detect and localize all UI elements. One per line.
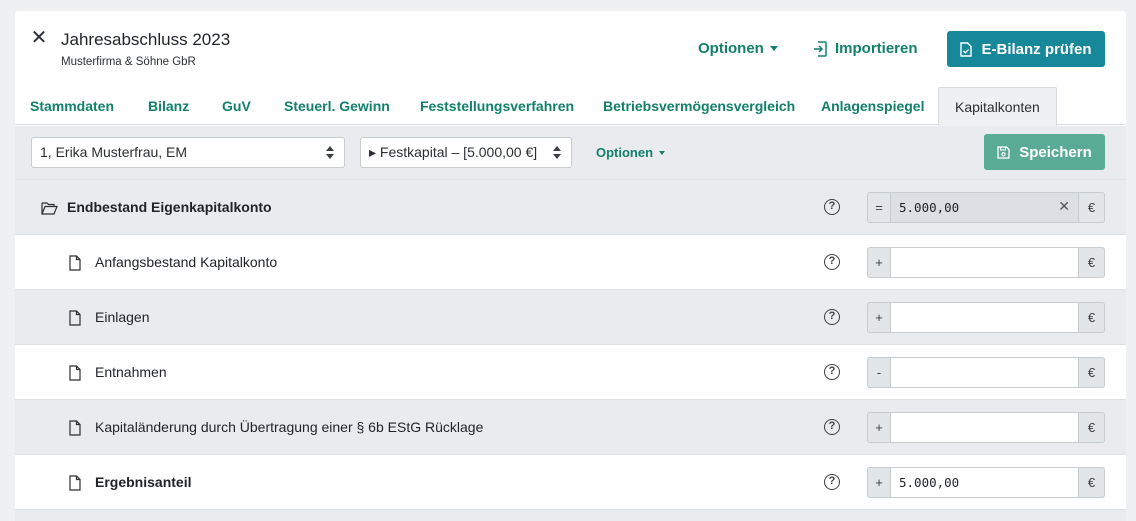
row-label: Ergebnisanteil <box>95 474 192 490</box>
import-button[interactable]: Importieren <box>813 40 918 57</box>
amount-input[interactable] <box>890 302 1079 333</box>
tab-feststellungsverfahren[interactable]: Feststellungsverfahren <box>420 87 574 125</box>
capital-account-rows: Endbestand Eigenkapitalkonto ? = 5.000,0… <box>15 179 1126 521</box>
currency-addon: € <box>1078 467 1105 498</box>
amount-input-group: + € <box>867 302 1105 333</box>
amount-input-group: = 5.000,00 ✕ € <box>867 192 1105 223</box>
tab-kapitalkonten[interactable]: Kapitalkonten <box>938 87 1057 126</box>
save-label: Speichern <box>1019 143 1092 161</box>
header-options-button[interactable]: Optionen <box>698 40 778 57</box>
select-arrows-icon <box>326 146 334 159</box>
clear-icon[interactable]: ✕ <box>1058 193 1070 222</box>
filter-toolbar: 1, Erika Musterfrau, EM ▸ Festkapital – … <box>15 126 1126 179</box>
folder-open-icon <box>41 202 58 215</box>
help-icon[interactable]: ? <box>824 419 840 435</box>
document-check-icon <box>960 41 973 57</box>
row-label: Anfangsbestand Kapitalkonto <box>95 254 278 270</box>
help-icon[interactable]: ? <box>824 364 840 380</box>
amount-field-readonly: 5.000,00 ✕ <box>890 192 1079 223</box>
operator-addon: + <box>867 412 891 443</box>
help-icon[interactable]: ? <box>824 199 840 215</box>
document-icon <box>69 255 81 271</box>
header-options-label: Optionen <box>698 40 764 57</box>
import-label: Importieren <box>835 40 918 57</box>
capital-account-select[interactable]: ▸ Festkapital – [5.000,00 €] <box>360 137 572 168</box>
page-header: ✕ Jahresabschluss 2023 Musterfirma & Söh… <box>15 11 1126 87</box>
floppy-disk-icon <box>997 145 1010 159</box>
table-row: Ergebnisanteil ? + 5.000,00 € <box>15 454 1126 509</box>
amount-input-group: + € <box>867 247 1105 278</box>
table-row: Anfangsbestand Kapitalkonto ? + € <box>15 234 1126 289</box>
main-card: ✕ Jahresabschluss 2023 Musterfirma & Söh… <box>15 11 1126 521</box>
document-icon <box>69 420 81 436</box>
save-button[interactable]: Speichern <box>984 134 1105 170</box>
operator-addon: = <box>867 192 891 223</box>
table-row: Entnahmen ? - € <box>15 344 1126 399</box>
import-icon <box>814 40 827 57</box>
caret-down-icon <box>769 46 778 51</box>
currency-addon: € <box>1078 247 1105 278</box>
amount-input-group: - € <box>867 357 1105 388</box>
amount-input[interactable] <box>890 357 1079 388</box>
currency-addon: € <box>1078 302 1105 333</box>
tab-stammdaten[interactable]: Stammdaten <box>30 87 114 125</box>
table-row: Einlagen ? + € <box>15 289 1126 344</box>
row-label: Einlagen <box>95 309 150 325</box>
table-row: Kapitaländerung durch Übertragung einer … <box>15 399 1126 454</box>
currency-addon: € <box>1078 412 1105 443</box>
tab-betriebsvermoegensvergleich[interactable]: Betriebsvermögensvergleich <box>603 87 795 125</box>
operator-addon: + <box>867 467 891 498</box>
tab-anlagenspiegel[interactable]: Anlagenspiegel <box>821 87 924 125</box>
table-row-partial <box>15 509 1126 521</box>
ebilanz-check-button[interactable]: E-Bilanz prüfen <box>947 31 1105 67</box>
page-title: Jahresabschluss 2023 <box>61 30 231 49</box>
help-icon[interactable]: ? <box>824 254 840 270</box>
partner-select-value: 1, Erika Musterfrau, EM <box>40 144 188 160</box>
help-icon[interactable]: ? <box>824 474 840 490</box>
toolbar-options-label: Optionen <box>596 145 654 160</box>
tab-bilanz[interactable]: Bilanz <box>148 87 189 125</box>
capital-account-select-value: ▸ Festkapital – [5.000,00 €] <box>369 144 538 160</box>
select-arrows-icon <box>553 146 561 159</box>
tab-bar: Stammdaten Bilanz GuV Steuerl. Gewinn Fe… <box>15 87 1126 126</box>
amount-input-group: + € <box>867 412 1105 443</box>
toolbar-options-button[interactable]: Optionen <box>596 145 666 160</box>
row-label: Endbestand Eigenkapitalkonto <box>67 199 272 215</box>
row-label: Kapitaländerung durch Übertragung einer … <box>95 419 484 435</box>
table-row: Endbestand Eigenkapitalkonto ? = 5.000,0… <box>15 179 1126 234</box>
currency-addon: € <box>1078 357 1105 388</box>
company-name: Musterfirma & Söhne GbR <box>61 56 196 68</box>
operator-addon: + <box>867 247 891 278</box>
amount-input[interactable] <box>890 247 1079 278</box>
ebilanz-label: E-Bilanz prüfen <box>981 40 1092 58</box>
document-icon <box>69 310 81 326</box>
amount-input[interactable] <box>890 412 1079 443</box>
document-icon <box>69 365 81 381</box>
help-icon[interactable]: ? <box>824 309 840 325</box>
operator-addon: + <box>867 302 891 333</box>
partner-select[interactable]: 1, Erika Musterfrau, EM <box>31 137 345 168</box>
amount-input[interactable]: 5.000,00 <box>890 467 1079 498</box>
document-icon <box>69 475 81 491</box>
close-icon[interactable]: ✕ <box>30 27 48 49</box>
amount-value: 5.000,00 <box>899 200 960 215</box>
row-label: Entnahmen <box>95 364 167 380</box>
operator-addon: - <box>867 357 891 388</box>
tab-steuerl-gewinn[interactable]: Steuerl. Gewinn <box>284 87 390 125</box>
currency-addon: € <box>1078 192 1105 223</box>
amount-input-group: + 5.000,00 € <box>867 467 1105 498</box>
caret-down-icon <box>659 150 666 155</box>
tab-guv[interactable]: GuV <box>222 87 251 125</box>
